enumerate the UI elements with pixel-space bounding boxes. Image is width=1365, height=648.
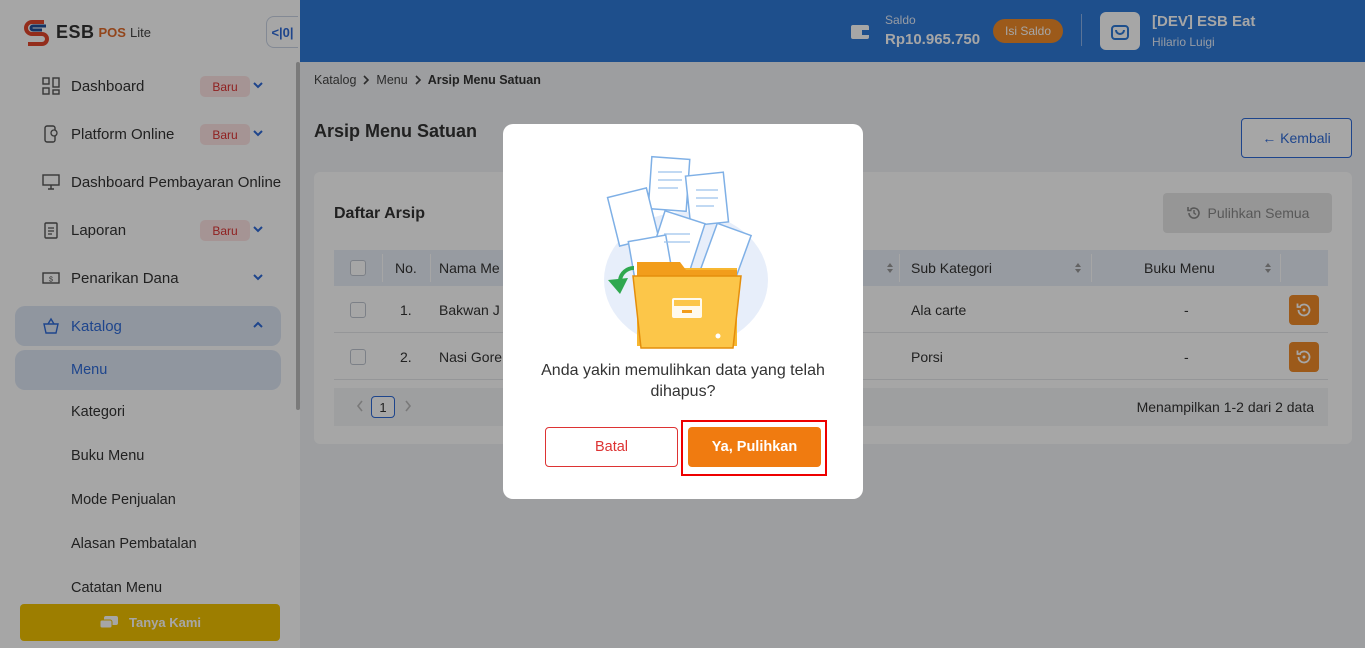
- confirm-restore-dialog: Anda yakin memulihkan data yang telah di…: [503, 124, 863, 499]
- dialog-message: Anda yakin memulihkan data yang telah di…: [541, 362, 825, 400]
- cancel-button[interactable]: Batal: [545, 427, 678, 467]
- confirm-restore-button[interactable]: Ya, Pulihkan: [688, 427, 821, 467]
- archive-folder-illustration: [604, 155, 768, 349]
